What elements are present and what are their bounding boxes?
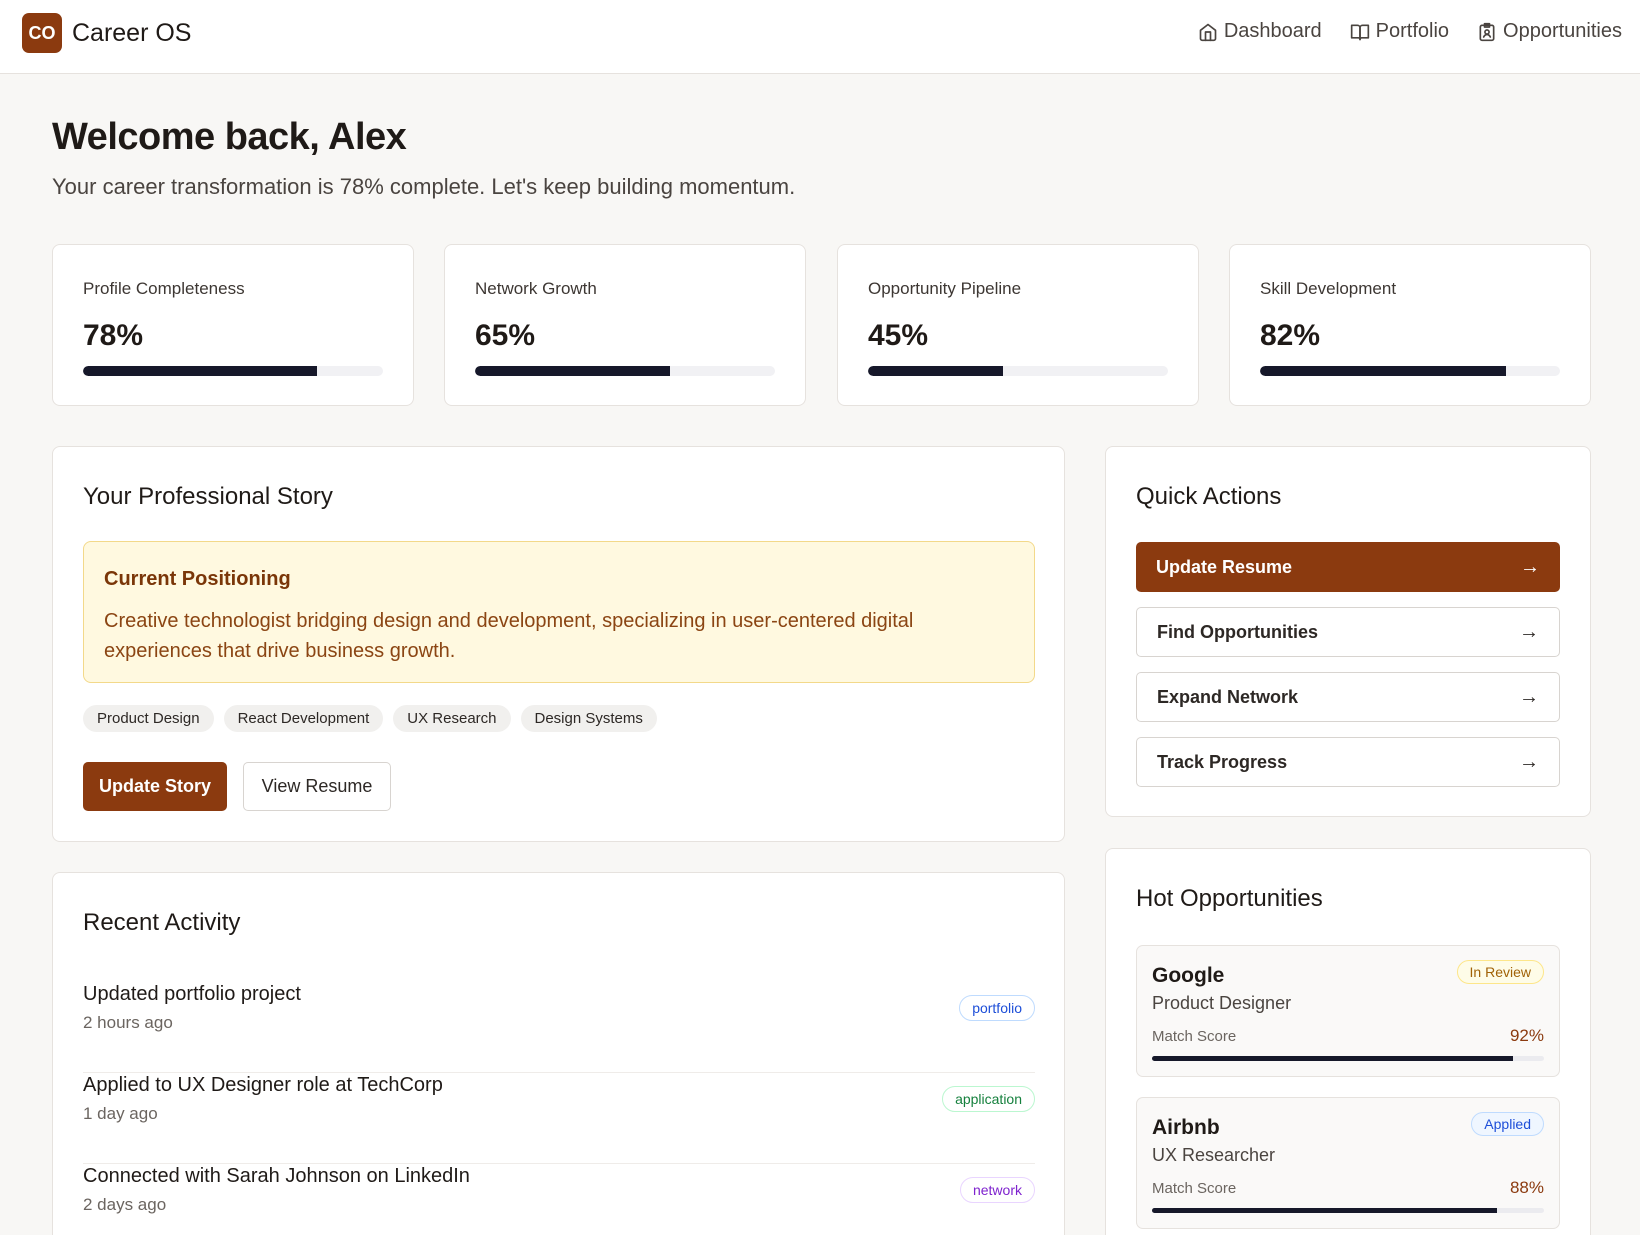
home-icon (1199, 23, 1217, 41)
opportunity-card[interactable]: Airbnb UX Researcher Applied Match Score… (1136, 1097, 1560, 1229)
stat-card-network: Network Growth 65% (444, 244, 806, 406)
stat-label: Opportunity Pipeline (868, 279, 1022, 298)
match-score-value: 92% (1509, 1026, 1544, 1045)
activity-time: 1 day ago (83, 1104, 158, 1123)
main-nav: Dashboard Portfolio Opportunities (1198, 20, 1622, 43)
arrow-right-icon: → (1519, 685, 1539, 708)
match-progress-bar (1152, 1208, 1544, 1213)
job-role: UX Researcher (1152, 1145, 1276, 1165)
match-score-label: Match Score (1152, 1180, 1237, 1197)
nav-dashboard[interactable]: Dashboard (1198, 20, 1322, 43)
skill-tag: Design Systems (520, 705, 657, 732)
activity-item[interactable]: Updated portfolio project 2 hours ago po… (83, 983, 1035, 1073)
panel-title: Quick Actions (1136, 483, 1282, 510)
status-badge: In Review (1456, 960, 1544, 984)
skill-tags: Product Design React Development UX Rese… (83, 705, 657, 732)
activity-title: Updated portfolio project (83, 983, 301, 1005)
nav-opportunities-label: Opportunities (1503, 20, 1622, 42)
skill-tag: UX Research (393, 705, 511, 732)
stat-card-pipeline: Opportunity Pipeline 45% (837, 244, 1199, 406)
stat-label: Network Growth (475, 279, 597, 298)
match-score-label: Match Score (1152, 1028, 1237, 1045)
stat-value: 65% (475, 319, 536, 352)
skill-tag: React Development (223, 705, 384, 732)
book-icon (1350, 24, 1369, 40)
stat-value: 78% (83, 319, 144, 352)
progress-bar (868, 366, 1168, 376)
progress-bar (1260, 366, 1560, 376)
track-progress-button[interactable]: Track Progress → (1136, 737, 1560, 787)
opportunity-card[interactable]: Google Product Designer In Review Match … (1136, 945, 1560, 1077)
match-progress-fill (1152, 1056, 1513, 1061)
company-name: Airbnb (1152, 1116, 1220, 1139)
stat-value: 82% (1260, 319, 1321, 352)
positioning-text: Creative technologist bridging design an… (104, 610, 914, 662)
top-navigation-bar: CO Career OS Dashboard Portfolio Opportu… (0, 0, 1640, 74)
activity-badge: application (942, 1086, 1035, 1112)
activity-title: Applied to UX Designer role at TechCorp (83, 1074, 443, 1096)
panel-title: Recent Activity (83, 909, 241, 936)
logo-mark[interactable]: CO (22, 13, 62, 53)
arrow-right-icon: → (1519, 620, 1539, 643)
stat-label: Profile Completeness (83, 279, 245, 298)
button-label: Expand Network (1157, 686, 1299, 707)
app-name[interactable]: Career OS (72, 19, 191, 48)
button-label: Update Resume (1156, 556, 1293, 577)
current-positioning-box: Current Positioning Creative technologis… (83, 541, 1035, 683)
badge-icon (1479, 22, 1495, 41)
update-story-button[interactable]: Update Story (83, 762, 227, 811)
expand-network-button[interactable]: Expand Network → (1136, 672, 1560, 722)
positioning-title: Current Positioning (104, 568, 291, 590)
activity-item[interactable]: Connected with Sarah Johnson on LinkedIn… (83, 1165, 1035, 1235)
page-subtitle: Your career transformation is 78% comple… (52, 174, 796, 199)
progress-bar (83, 366, 383, 376)
company-name: Google (1152, 964, 1225, 987)
update-resume-button[interactable]: Update Resume → (1136, 542, 1560, 592)
nav-portfolio-label: Portfolio (1375, 20, 1450, 42)
progress-fill (83, 366, 317, 376)
activity-item[interactable]: Applied to UX Designer role at TechCorp … (83, 1074, 1035, 1164)
progress-fill (475, 366, 670, 376)
stat-label: Skill Development (1260, 279, 1397, 298)
progress-bar (475, 366, 775, 376)
find-opportunities-button[interactable]: Find Opportunities → (1136, 607, 1560, 657)
panel-title: Your Professional Story (83, 483, 333, 510)
nav-dashboard-label: Dashboard (1223, 20, 1322, 42)
professional-story-panel: Your Professional Story Current Position… (52, 446, 1065, 842)
progress-fill (1260, 366, 1506, 376)
recent-activity-panel: Recent Activity Updated portfolio projec… (52, 872, 1065, 1235)
progress-fill (868, 366, 1003, 376)
activity-badge: network (959, 1177, 1035, 1203)
arrow-right-icon: → (1519, 750, 1539, 773)
view-resume-button[interactable]: View Resume (243, 762, 391, 811)
button-label: Track Progress (1157, 751, 1288, 772)
stat-value: 45% (868, 319, 929, 352)
job-role: Product Designer (1152, 993, 1292, 1013)
match-score-value: 88% (1509, 1178, 1544, 1197)
arrow-right-icon: → (1520, 555, 1540, 578)
hot-opportunities-panel: Hot Opportunities Google Product Designe… (1105, 848, 1591, 1235)
nav-portfolio[interactable]: Portfolio (1350, 20, 1449, 43)
status-badge: Applied (1471, 1112, 1544, 1136)
nav-opportunities[interactable]: Opportunities (1477, 20, 1622, 43)
quick-actions-panel: Quick Actions Update Resume → Find Oppor… (1105, 446, 1591, 817)
stat-card-skills: Skill Development 82% (1229, 244, 1591, 406)
activity-time: 2 days ago (83, 1195, 167, 1214)
activity-time: 2 hours ago (83, 1013, 173, 1032)
button-label: Find Opportunities (1157, 621, 1318, 642)
match-progress-fill (1152, 1208, 1497, 1213)
activity-title: Connected with Sarah Johnson on LinkedIn (83, 1165, 470, 1187)
activity-badge: portfolio (959, 995, 1035, 1021)
match-progress-bar (1152, 1056, 1544, 1061)
page-title: Welcome back, Alex (52, 116, 407, 158)
panel-title: Hot Opportunities (1136, 885, 1323, 912)
skill-tag: Product Design (83, 705, 214, 732)
stat-card-profile: Profile Completeness 78% (52, 244, 414, 406)
